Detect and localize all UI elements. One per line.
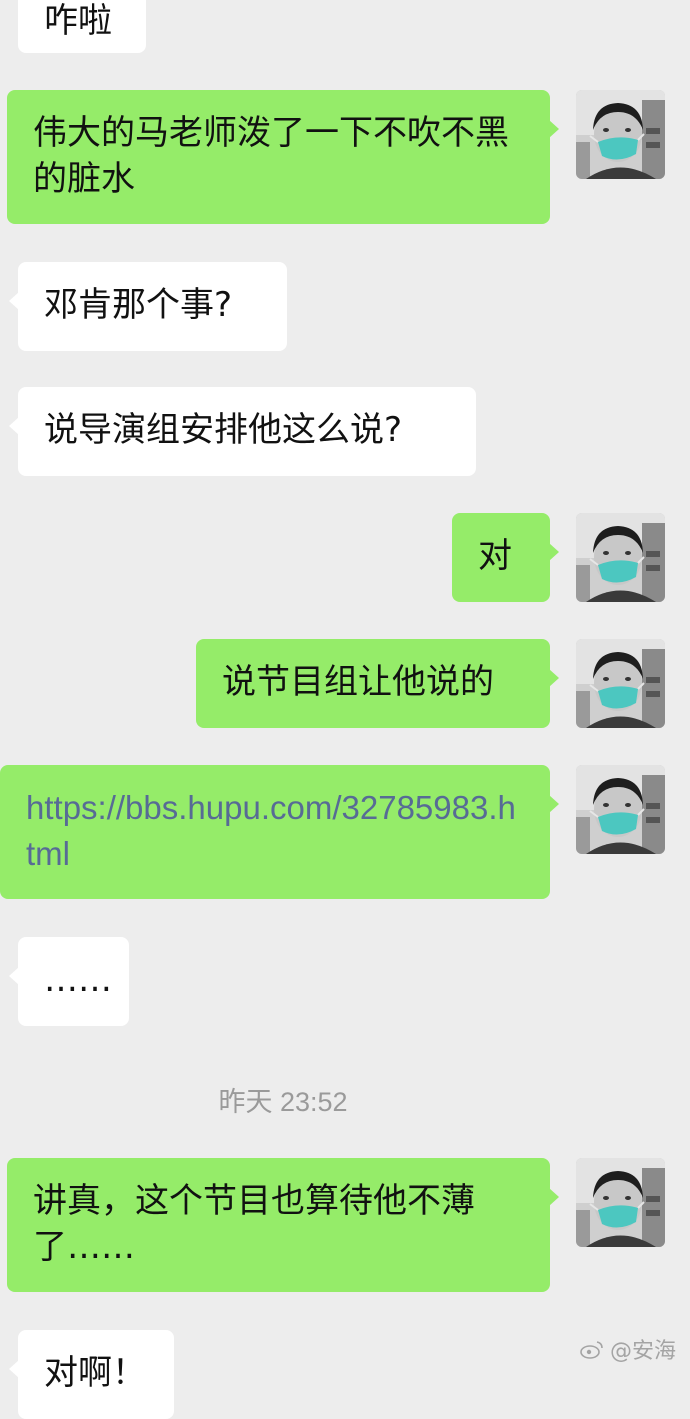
message-bubble-received[interactable]: 咋啦 [18,0,146,53]
message-bubble-received[interactable]: 说导演组安排他这么说? [9,387,476,476]
avatar[interactable] [576,1158,665,1247]
bubble-tail [549,669,559,687]
message-text: …… [44,960,112,1000]
message-text: 说节目组让他说的 [222,662,494,702]
avatar[interactable] [576,639,665,728]
message-text: 邓肯那个事? [44,285,233,325]
message-bubble-received[interactable]: …… [9,937,129,1026]
message-text: 对啊！ [44,1353,146,1393]
bubble-tail [9,1360,19,1378]
bubble-tail [549,1188,559,1206]
watermark: @安海 [580,1333,676,1365]
avatar[interactable] [576,513,665,602]
bubble-tail [549,795,559,813]
avatar[interactable] [576,90,665,179]
message-text: 说导演组安排他这么说? [44,410,403,450]
bubble-tail [9,292,19,310]
message-text: 咋啦 [44,1,112,41]
avatar[interactable] [576,765,665,854]
masked-person-avatar-icon [576,765,665,854]
message-text: 伟大的马老师泼了一下不吹不黑的脏水 [33,113,509,199]
masked-person-avatar-icon [576,513,665,602]
message-bubble-sent[interactable]: 讲真，这个节目也算待他不薄了…… [7,1158,559,1292]
message-timestamp: 昨天 23:52 [218,1087,348,1117]
message-bubble-received[interactable]: 邓肯那个事? [9,262,287,351]
message-bubble-sent[interactable]: 伟大的马老师泼了一下不吹不黑的脏水 [7,90,559,224]
masked-person-avatar-icon [576,90,665,179]
message-bubble-received[interactable]: 对啊！ [9,1330,174,1419]
link-text[interactable]: https://bbs.hupu.com/32785983.html [26,789,516,872]
masked-person-avatar-icon [576,639,665,728]
message-bubble-sent[interactable]: 对 [452,513,559,602]
bubble-tail [9,967,19,985]
bubble-tail [549,543,559,561]
message-text: 对 [478,536,512,576]
message-bubble-sent[interactable]: 说节目组让他说的 [196,639,559,728]
weibo-logo-icon [580,1341,603,1359]
watermark-text: @安海 [609,1339,676,1364]
bubble-tail [9,417,19,435]
message-bubble-sent-link[interactable]: https://bbs.hupu.com/32785983.html [0,765,559,899]
bubble-tail [549,120,559,138]
masked-person-avatar-icon [576,1158,665,1247]
message-text: 讲真，这个节目也算待他不薄了…… [33,1181,475,1267]
